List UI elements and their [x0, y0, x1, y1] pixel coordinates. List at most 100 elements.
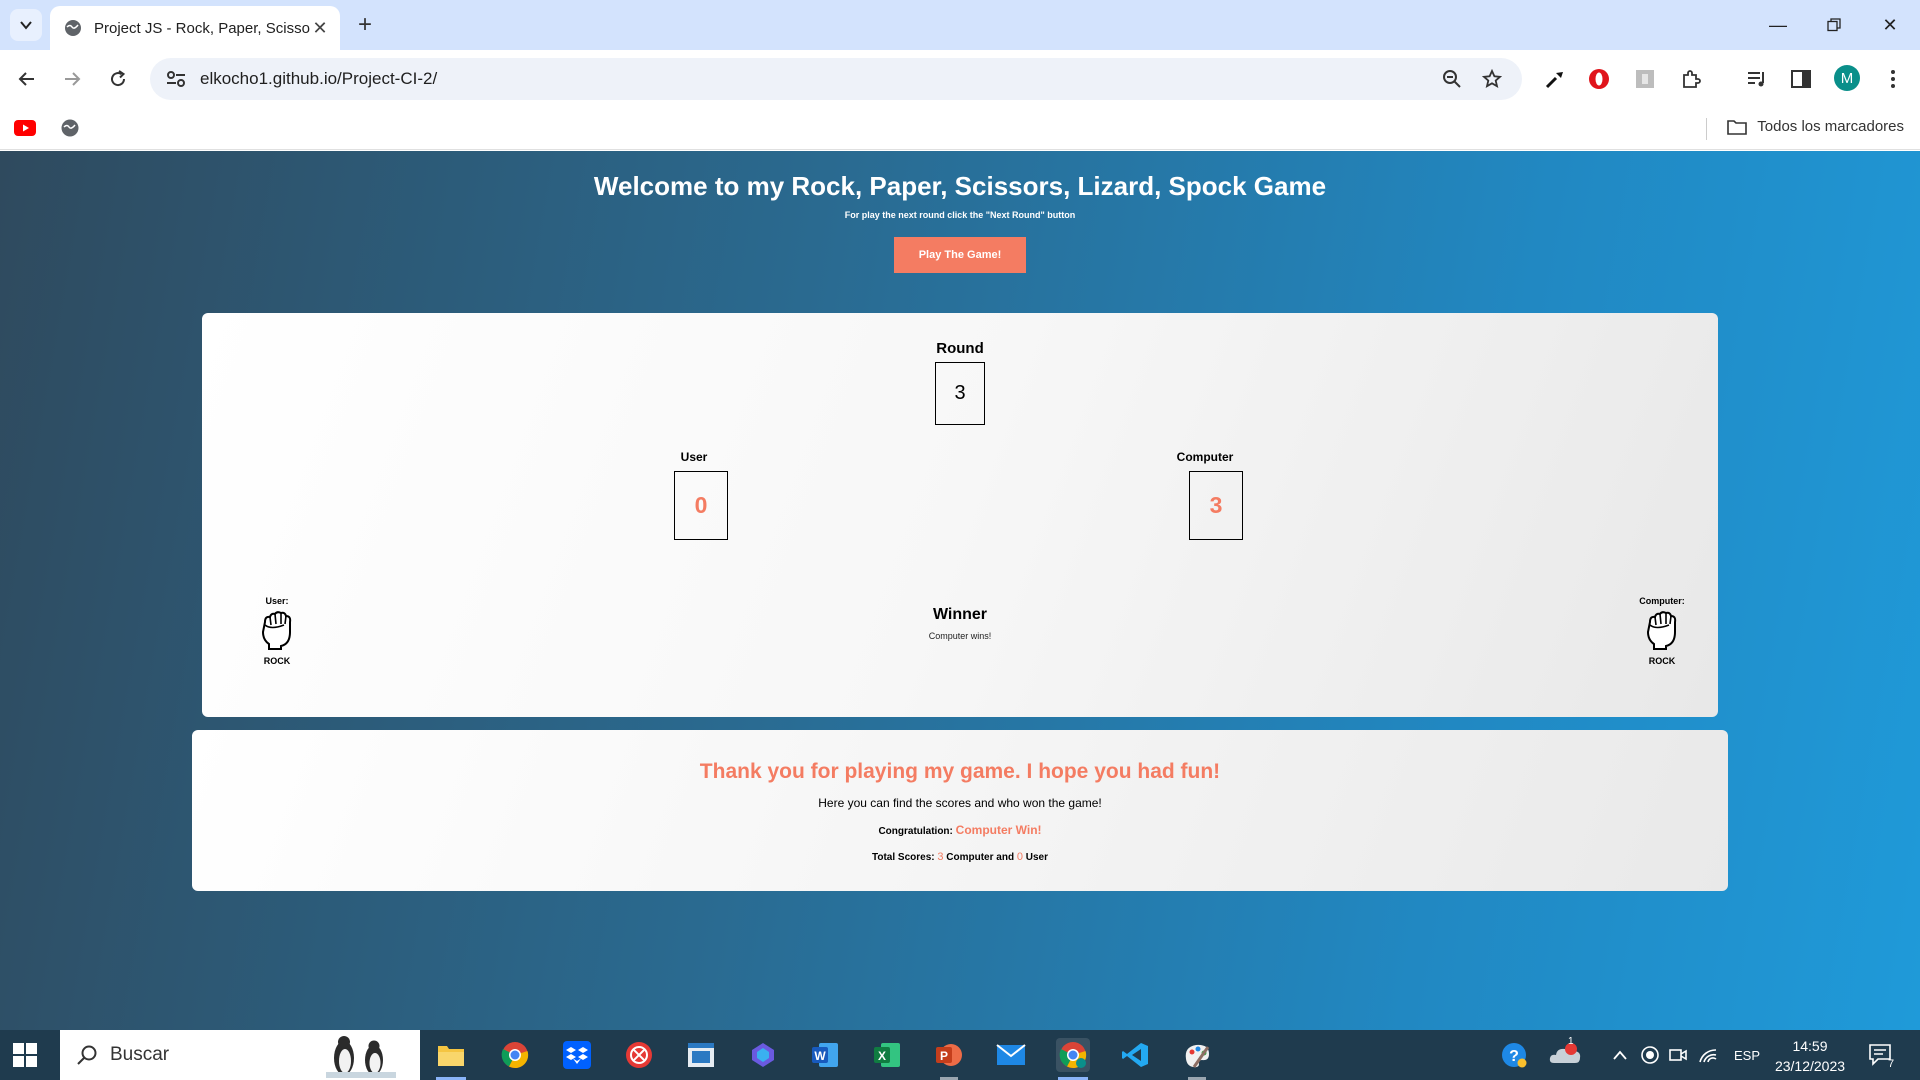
help-tray-icon[interactable]: ?	[1500, 1030, 1528, 1080]
user-move: ROCK	[263, 656, 291, 666]
dropbox-icon[interactable]	[560, 1038, 594, 1072]
new-tab-button[interactable]: +	[352, 11, 378, 38]
svg-text:?: ?	[1509, 1048, 1519, 1065]
system-clock[interactable]: 14:59 23/12/2023	[1766, 1036, 1854, 1076]
user-score-label: User	[680, 450, 708, 464]
site-settings-icon[interactable]	[164, 67, 188, 91]
round-counter: 3	[935, 362, 985, 425]
winner-label: Winner	[932, 606, 988, 623]
red-app-icon[interactable]	[622, 1038, 656, 1072]
word-icon[interactable]: W	[808, 1038, 842, 1072]
forward-button[interactable]	[58, 65, 86, 93]
opera-extension-icon[interactable]	[1586, 66, 1612, 92]
svg-text:P: P	[940, 1049, 948, 1063]
show-hidden-icons[interactable]	[1612, 1030, 1628, 1080]
page-title: Welcome to my Rock, Paper, Scissors, Liz…	[593, 171, 1327, 201]
bookmarks-bar: Todos los marcadores	[0, 108, 1920, 150]
search-placeholder: Buscar	[110, 1044, 170, 1065]
onedrive-icon[interactable]: 1	[1548, 1030, 1582, 1080]
powerpoint-icon[interactable]: P	[932, 1038, 966, 1080]
chrome-profile-icon[interactable]	[1056, 1038, 1090, 1080]
address-bar[interactable]: elkocho1.github.io/Project-CI-2/	[150, 58, 1522, 100]
mail-icon[interactable]	[994, 1038, 1028, 1072]
arrow-right-icon	[65, 72, 81, 86]
arrow-left-icon	[18, 72, 34, 86]
globe-icon	[65, 20, 81, 36]
tab-search-button[interactable]	[10, 9, 42, 41]
file-explorer-icon[interactable]	[434, 1038, 468, 1080]
svg-text:W: W	[814, 1049, 826, 1063]
penguins-illustration-icon	[326, 1036, 396, 1078]
wifi-icon[interactable]	[1698, 1030, 1718, 1080]
page-content: Welcome to my Rock, Paper, Scissors, Liz…	[0, 151, 1920, 1030]
extensions-puzzle-icon[interactable]	[1678, 66, 1704, 92]
browser-toolbar: elkocho1.github.io/Project-CI-2/ M	[0, 50, 1920, 108]
bookmark-star-icon[interactable]	[1480, 67, 1504, 91]
vscode-icon[interactable]	[1118, 1038, 1152, 1072]
side-panel-icon[interactable]	[1788, 66, 1814, 92]
chrome-icon[interactable]	[498, 1038, 532, 1072]
round-label: Round	[936, 340, 984, 357]
zoom-icon[interactable]	[1440, 67, 1464, 91]
globe-bookmark-icon[interactable]	[60, 118, 80, 138]
user-score: 0	[674, 471, 728, 540]
restore-icon	[1827, 18, 1841, 32]
user-choice: User: ROCK	[237, 596, 317, 666]
windows-taskbar: Buscar W X P ? 1 ESP 14:59 23/12/2023 7	[0, 1030, 1920, 1080]
taskbar-search[interactable]: Buscar	[60, 1030, 420, 1080]
youtube-icon[interactable]	[14, 120, 36, 136]
browser-tab[interactable]: Project JS - Rock, Paper, Scissors ✕	[50, 6, 340, 50]
clock-date: 23/12/2023	[1774, 1058, 1846, 1074]
page-subtitle: For play the next round click the "Next …	[844, 210, 1076, 220]
play-game-button[interactable]: Play The Game!	[894, 237, 1026, 273]
computer-score: 3	[1189, 471, 1243, 540]
paint-icon[interactable]	[1180, 1038, 1214, 1080]
bookmarks-divider	[1706, 118, 1707, 140]
total-scores-line: Total Scores: 3 Computer and 0 User	[192, 851, 1728, 863]
all-bookmarks-label: Todos los marcadores	[1757, 118, 1904, 135]
minimize-button[interactable]: —	[1750, 0, 1806, 50]
tab-title: Project JS - Rock, Paper, Scissors	[94, 19, 310, 37]
rock-fist-icon	[1646, 611, 1677, 650]
user-word: User	[1025, 852, 1048, 863]
computer-move: ROCK	[1648, 656, 1676, 666]
total-scores-label: Total Scores:	[871, 852, 935, 863]
copilot-icon[interactable]	[746, 1038, 780, 1072]
all-bookmarks-button[interactable]: Todos los marcadores	[1727, 118, 1904, 135]
windows-start-icon[interactable]	[12, 1042, 38, 1068]
onedrive-badge: 1	[1568, 1036, 1574, 1047]
congratulation-value: Computer Win!	[955, 823, 1042, 837]
rock-fist-icon	[261, 611, 292, 650]
congratulation-line: Congratulation: Computer Win!	[192, 823, 1728, 837]
reload-icon	[111, 70, 126, 87]
excel-icon[interactable]: X	[870, 1038, 904, 1072]
total-user-score: 0	[1016, 851, 1023, 863]
winner-text: Computer wins!	[928, 631, 992, 641]
notification-center-icon[interactable]: 7	[1868, 1030, 1894, 1080]
restore-button[interactable]	[1806, 0, 1862, 50]
summary-title: Thank you for playing my game. I hope yo…	[699, 760, 1221, 783]
close-tab-icon[interactable]: ✕	[310, 18, 330, 38]
summary-subtitle: Here you can find the scores and who won…	[818, 796, 1102, 810]
chevron-down-icon	[20, 21, 32, 30]
clock-time: 14:59	[1792, 1038, 1828, 1054]
media-controls-icon[interactable]	[1744, 66, 1770, 92]
computer-choice: Computer: ROCK	[1622, 596, 1702, 666]
eyedropper-extension-icon[interactable]	[1542, 66, 1568, 92]
tab-strip: Project JS - Rock, Paper, Scissors ✕ + —…	[0, 0, 1920, 50]
svg-text:X: X	[878, 1049, 886, 1063]
grey-extension-icon[interactable]	[1632, 66, 1658, 92]
close-window-button[interactable]: ✕	[1862, 0, 1918, 50]
total-computer-score: 3	[937, 851, 944, 863]
back-button[interactable]	[13, 65, 41, 93]
record-icon[interactable]	[1640, 1030, 1660, 1080]
profile-avatar[interactable]: M	[1834, 65, 1860, 91]
computer-and-text: Computer and	[946, 852, 1015, 863]
game-board: Round 3 User 0 Computer 3 User: ROCK Win…	[202, 313, 1718, 717]
meet-now-icon[interactable]	[1668, 1030, 1688, 1080]
reload-button[interactable]	[104, 65, 132, 93]
language-indicator[interactable]: ESP	[1734, 1030, 1760, 1080]
computer-score-label: Computer	[1176, 450, 1234, 464]
more-menu-icon[interactable]	[1880, 66, 1906, 92]
window-app-icon[interactable]	[684, 1038, 718, 1072]
